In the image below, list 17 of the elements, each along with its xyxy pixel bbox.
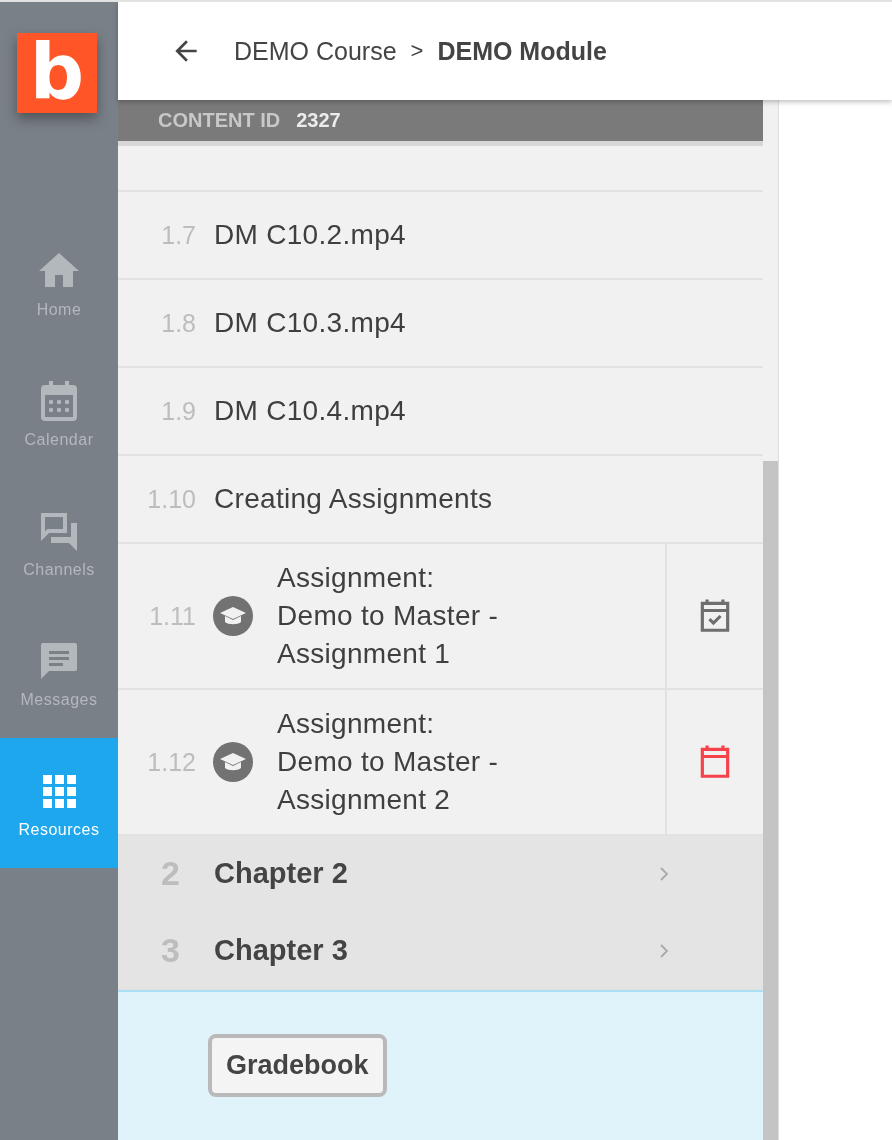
lesson-title: Creating Assignments bbox=[214, 483, 493, 515]
content-id-label: CONTENT ID bbox=[158, 109, 281, 132]
assignment-title: Assignment: Demo to Master - Assignment 2 bbox=[277, 707, 500, 817]
assignment-title: Assignment: Demo to Master - Assignment 1 bbox=[277, 561, 500, 671]
gradebook-button[interactable]: Gradebook bbox=[208, 1034, 387, 1097]
graduation-cap-icon bbox=[213, 596, 253, 636]
chapter-title: Chapter 2 bbox=[214, 857, 349, 890]
content-id-value: 2327 bbox=[296, 109, 341, 132]
breadcrumb-separator: > bbox=[410, 38, 424, 64]
breadcrumb-link[interactable]: DEMO Course bbox=[234, 36, 397, 66]
lesson-title: DM C10.4.mp4 bbox=[214, 395, 406, 427]
scrollbar-thumb[interactable] bbox=[763, 461, 778, 1140]
graduation-cap-icon bbox=[213, 742, 253, 782]
lesson-title: DM C10.3.mp4 bbox=[214, 307, 406, 339]
breadcrumb-link[interactable]: DEMO Module bbox=[437, 36, 607, 66]
lesson-title: DM C10.2.mp4 bbox=[214, 219, 406, 251]
chapter-title: Chapter 3 bbox=[214, 934, 349, 967]
